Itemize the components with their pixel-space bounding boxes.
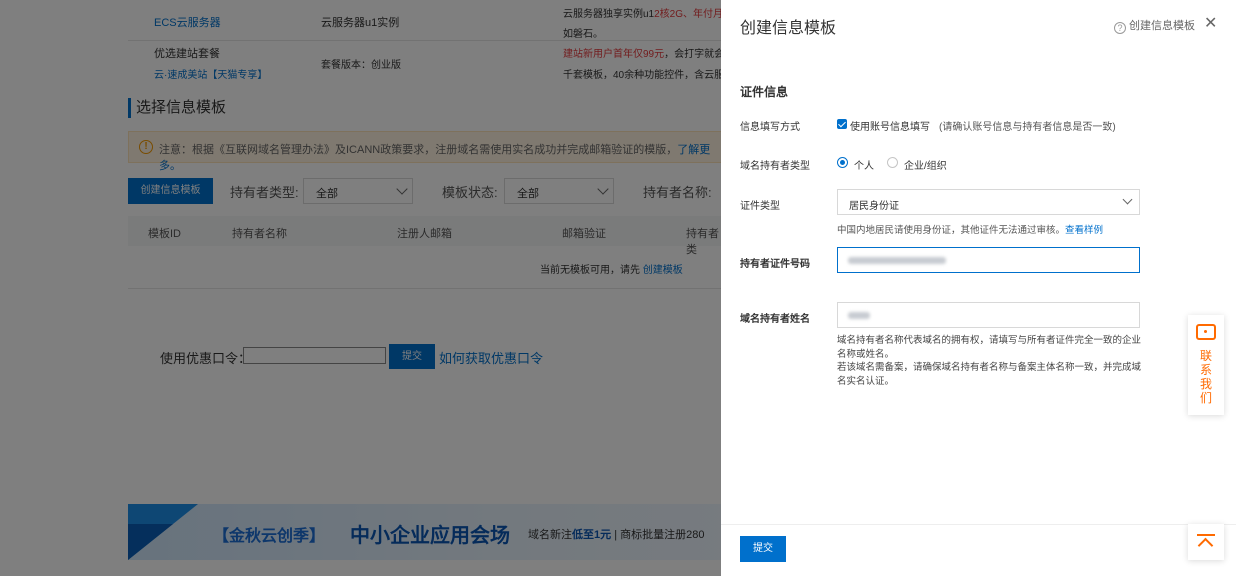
back-to-top-icon [1197,534,1215,536]
use-account-info-label[interactable]: 使用账号信息填写 [850,118,930,133]
cert-number-input[interactable] [837,247,1140,273]
fill-mode-note: (请确认账号信息与持有者信息是否一致) [939,122,1116,133]
back-to-top-button[interactable] [1188,524,1224,560]
cert-type-label: 证件类型 [740,201,780,212]
footer-divider [721,524,1236,525]
holder-name-desc-1: 域名持有者名称代表域名的拥有权，请填写与所有者证件完全一致的企业名称或姓名。 [837,335,1142,360]
cert-type-select[interactable]: 居民身份证 [837,189,1140,215]
holder-type-label: 域名持有者类型 [740,161,810,172]
chat-icon [1196,324,1216,340]
redacted-text [848,312,870,319]
radio-individual[interactable] [837,157,848,168]
cert-number-label: 持有者证件号码 [740,259,810,270]
view-sample-link[interactable]: 查看样例 [1065,225,1103,236]
holder-name-description: 域名持有者名称代表域名的拥有权，请填写与所有者证件完全一致的企业名称或姓名。 若… [837,334,1142,388]
submit-button[interactable]: 提交 [740,536,786,562]
radio-organization[interactable] [887,157,898,168]
contact-us-label: 联系我们 [1199,349,1212,405]
radio-individual-label[interactable]: 个人 [854,157,874,172]
help-icon: ? [1114,22,1126,34]
drawer-title: 创建信息模板 [740,20,837,37]
use-account-info-checkbox[interactable] [837,119,847,129]
cert-type-value: 居民身份证 [849,201,899,212]
radio-organization-label[interactable]: 企业/组织 [904,157,947,172]
chevron-up-icon [1197,537,1214,554]
redacted-text [848,257,946,264]
cert-type-hint: 中国内地居民请使用身份证，其他证件无法通过审核。查看样例 [837,225,1104,236]
holder-name-desc-2: 若该域名需备案，请确保域名持有者名称与备案主体名称一致，并完成域名实名认证。 [837,362,1142,387]
create-template-drawer: 创建信息模板 ? 创建信息模板 ✕ 证件信息 信息填写方式 使用账号信息填写 (请… [721,0,1236,576]
holder-name-input[interactable] [837,302,1140,328]
modal-overlay[interactable] [0,0,721,576]
help-link[interactable]: ? 创建信息模板 [1114,17,1195,34]
fill-mode-label: 信息填写方式 [740,122,800,133]
holder-name-label: 域名持有者姓名 [740,314,810,325]
close-icon[interactable]: ✕ [1204,13,1217,33]
chevron-down-icon [1122,194,1133,205]
contact-us-widget[interactable]: 联系我们 [1188,315,1224,415]
section-cert-info: 证件信息 [740,85,789,99]
